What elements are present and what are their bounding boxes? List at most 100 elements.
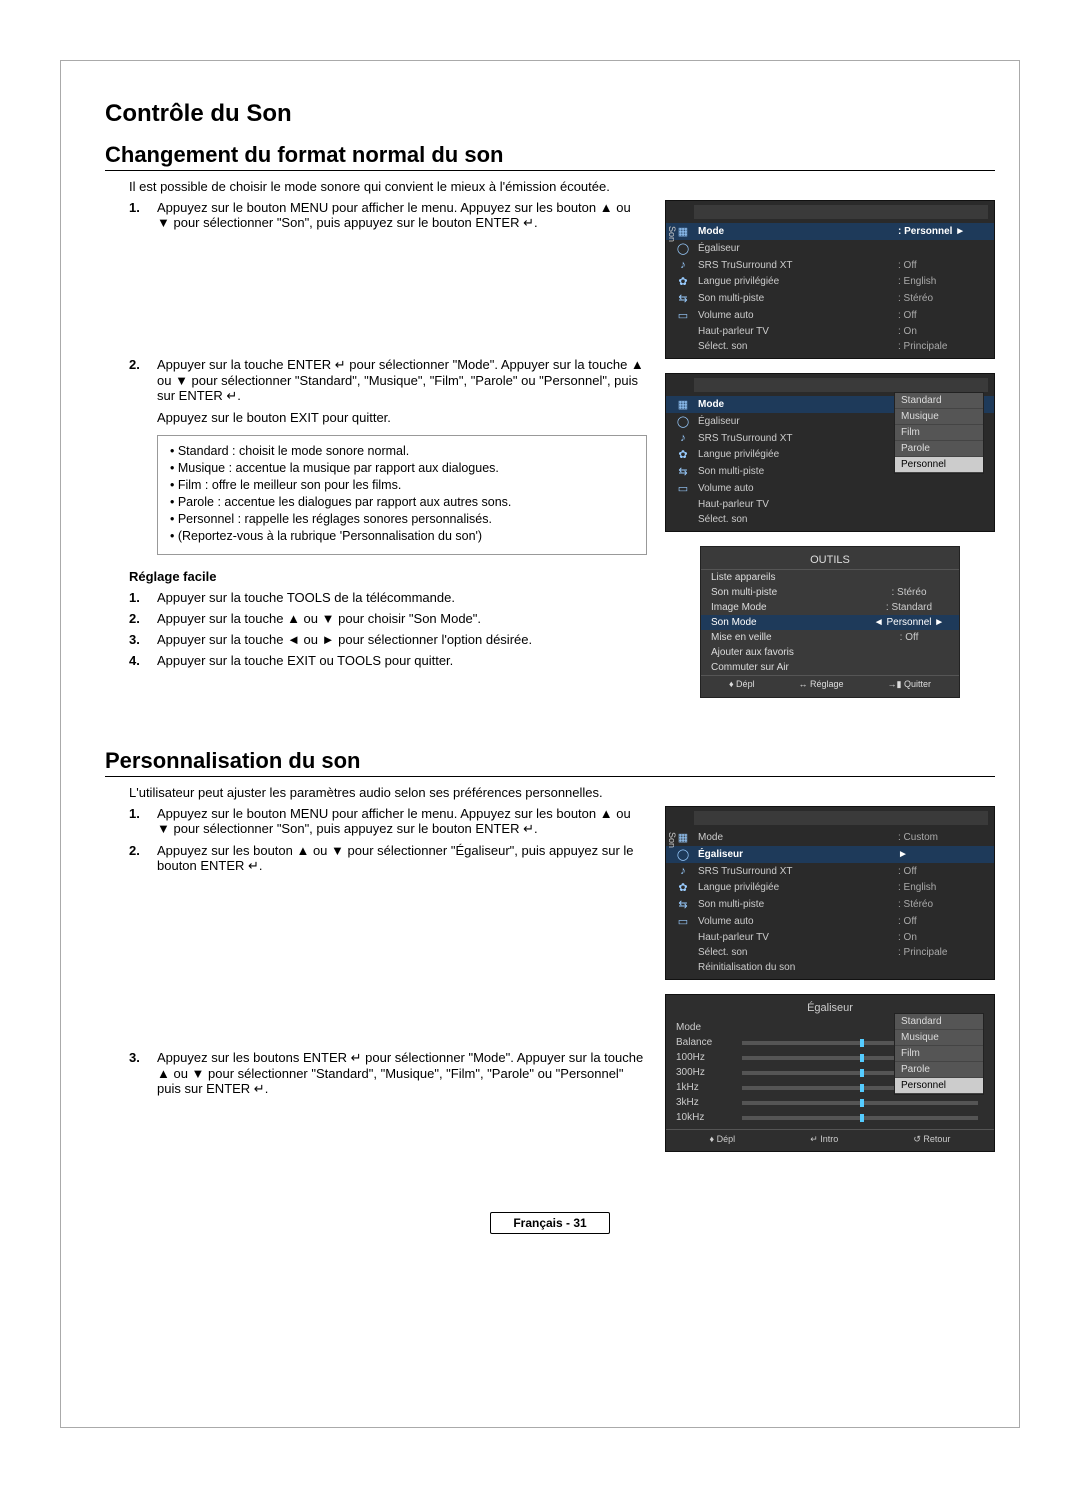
eq-foot-enter: ↵ Intro (810, 1134, 838, 1145)
osd-row-icon: ♪ (672, 432, 694, 444)
osd-row-icon: ◯ (672, 848, 694, 861)
osd-row-label: Mode (694, 399, 898, 410)
osd-row-value: : English (898, 882, 988, 893)
osd-row-icon: ◯ (672, 242, 694, 255)
osd-row[interactable]: Haut-parleur TV: On (666, 324, 994, 339)
dropdown-option[interactable]: Personnel (895, 1078, 983, 1094)
osd-row[interactable]: ♪SRS TruSurround XT: Off (666, 257, 994, 273)
osd-row-icon: ✿ (672, 448, 694, 461)
osd-row-label: Langue privilégiée (694, 449, 898, 460)
tools-foot-adjust: ↔ Réglage (799, 679, 844, 690)
tools-row[interactable]: Liste appareils (701, 570, 959, 585)
osd-row-value: : On (898, 932, 988, 943)
osd-row[interactable]: Haut-parleur TV (666, 497, 994, 512)
osd-row[interactable]: ♪SRS TruSurround XT: Off (666, 863, 994, 879)
osd-row-label: Réinitialisation du son (694, 962, 898, 973)
section1-intro: Il est possible de choisir le mode sonor… (129, 179, 995, 194)
dropdown-option[interactable]: Film (895, 425, 983, 441)
tools-row-value: ◄ Personnel ► (869, 617, 949, 628)
osd-row-label: Égaliseur (694, 849, 898, 860)
eq-mode-dropdown[interactable]: StandardMusiqueFilmParolePersonnel (894, 1013, 984, 1095)
osd-row-label: Haut-parleur TV (694, 326, 898, 337)
dropdown-option[interactable]: Standard (895, 393, 983, 409)
step-number: 1. (129, 200, 157, 231)
osd-row[interactable]: Sélect. son: Principale (666, 945, 994, 960)
tools-row[interactable]: Commuter sur Air (701, 660, 959, 675)
note-item: • Film : offre le meilleur son pour les … (170, 478, 634, 492)
eq-foot-move: ♦ Dépl (710, 1134, 736, 1145)
tools-row[interactable]: Mise en veille: Off (701, 630, 959, 645)
osd-row-label: Haut-parleur TV (694, 932, 898, 943)
osd-row-label: Sélect. son (694, 947, 898, 958)
dropdown-option[interactable]: Musique (895, 1030, 983, 1046)
osd-row-label: SRS TruSurround XT (694, 260, 898, 271)
dropdown-option[interactable]: Personnel (895, 457, 983, 473)
tools-title: OUTILS (701, 551, 959, 570)
exit-line: Appuyez sur le bouton EXIT pour quitter. (157, 410, 647, 425)
osd-row-icon: ✿ (672, 881, 694, 894)
osd-row[interactable]: ⇆Son multi-piste: Stéréo (666, 290, 994, 307)
eq-row-label: 100Hz (676, 1052, 736, 1063)
osd-row[interactable]: ⇆Son multi-piste: Stéréo (666, 896, 994, 913)
tools-row-label: Image Mode (711, 602, 869, 613)
osd-row[interactable]: ▭Volume auto: Off (666, 307, 994, 324)
eq-slider[interactable] (742, 1101, 978, 1105)
osd-row[interactable]: Sélect. son (666, 512, 994, 527)
tools-row-value: : Standard (869, 602, 949, 613)
osd-row-value: : Stéréo (898, 899, 988, 910)
osd-row-label: Mode (694, 226, 898, 237)
dropdown-option[interactable]: Film (895, 1046, 983, 1062)
eq-row[interactable]: 10kHz (666, 1110, 994, 1125)
tools-foot-exit: →▮ Quitter (888, 679, 931, 690)
tools-row-value (869, 662, 949, 673)
tools-row[interactable]: Image Mode: Standard (701, 600, 959, 615)
tools-row-label: Son Mode (711, 617, 869, 628)
tools-row-value (869, 647, 949, 658)
osd-row[interactable]: ✿Langue privilégiée: English (666, 879, 994, 896)
subsection1-title: Changement du format normal du son (105, 142, 995, 171)
tools-row[interactable]: Ajouter aux favoris (701, 645, 959, 660)
osd-row[interactable]: ◯Égaliseur (666, 240, 994, 257)
osd-son-menu-2: Son ▦Mode◯Égaliseur♪SRS TruSurround XT✿L… (665, 373, 995, 532)
osd-row[interactable]: ▦Mode: Custom (666, 829, 994, 846)
osd-row-label: Son multi-piste (694, 899, 898, 910)
dropdown-option[interactable]: Standard (895, 1014, 983, 1030)
dropdown-option[interactable]: Musique (895, 409, 983, 425)
osd-row-value: : Off (898, 916, 988, 927)
step-number: 2. (129, 357, 157, 404)
eq-row-label: 1kHz (676, 1082, 736, 1093)
note-item: • Standard : choisit le mode sonore norm… (170, 444, 634, 458)
osd-row[interactable]: ✿Langue privilégiée: English (666, 273, 994, 290)
eq-row[interactable]: 3kHz (666, 1095, 994, 1110)
note-item: • (Reportez-vous à la rubrique 'Personna… (170, 529, 634, 543)
osd-row-icon: ⇆ (672, 292, 694, 305)
eq-row-label: 10kHz (676, 1112, 736, 1123)
osd-row-label: Volume auto (694, 483, 898, 494)
osd-row[interactable]: ▭Volume auto: Off (666, 913, 994, 930)
osd-row[interactable]: Réinitialisation du son (666, 960, 994, 975)
osd-row[interactable]: ▭Volume auto (666, 480, 994, 497)
eq-slider[interactable] (742, 1116, 978, 1120)
osd-row-value: : Principale (898, 341, 988, 352)
osd-row[interactable]: ◯Égaliseur ► (666, 846, 994, 863)
note-item: • Musique : accentue la musique par rapp… (170, 461, 634, 475)
dropdown-option[interactable]: Parole (895, 441, 983, 457)
osd-son-menu-3: Son ▦Mode: Custom◯Égaliseur ►♪SRS TruSur… (665, 806, 995, 980)
tools-row-label: Son multi-piste (711, 587, 869, 598)
osd-row-icon: ⇆ (672, 465, 694, 478)
osd-row-label: Égaliseur (694, 243, 898, 254)
mode-dropdown[interactable]: StandardMusiqueFilmParolePersonnel (894, 392, 984, 474)
tools-row[interactable]: Son multi-piste: Stéréo (701, 585, 959, 600)
osd-row[interactable]: Haut-parleur TV: On (666, 930, 994, 945)
eq-foot-return: ↺ Retour (913, 1134, 950, 1145)
tools-row-value: : Stéréo (869, 587, 949, 598)
osd-row-label: Sélect. son (694, 514, 898, 525)
osd-row-value: : Personnel ► (898, 226, 988, 237)
dropdown-option[interactable]: Parole (895, 1062, 983, 1078)
note-item: • Personnel : rappelle les réglages sono… (170, 512, 634, 526)
note-item: • Parole : accentue les dialogues par ra… (170, 495, 634, 509)
osd-row[interactable]: Sélect. son: Principale (666, 339, 994, 354)
tools-row-label: Ajouter aux favoris (711, 647, 869, 658)
osd-row[interactable]: ▦Mode: Personnel ► (666, 223, 994, 240)
tools-row[interactable]: Son Mode◄ Personnel ► (701, 615, 959, 630)
